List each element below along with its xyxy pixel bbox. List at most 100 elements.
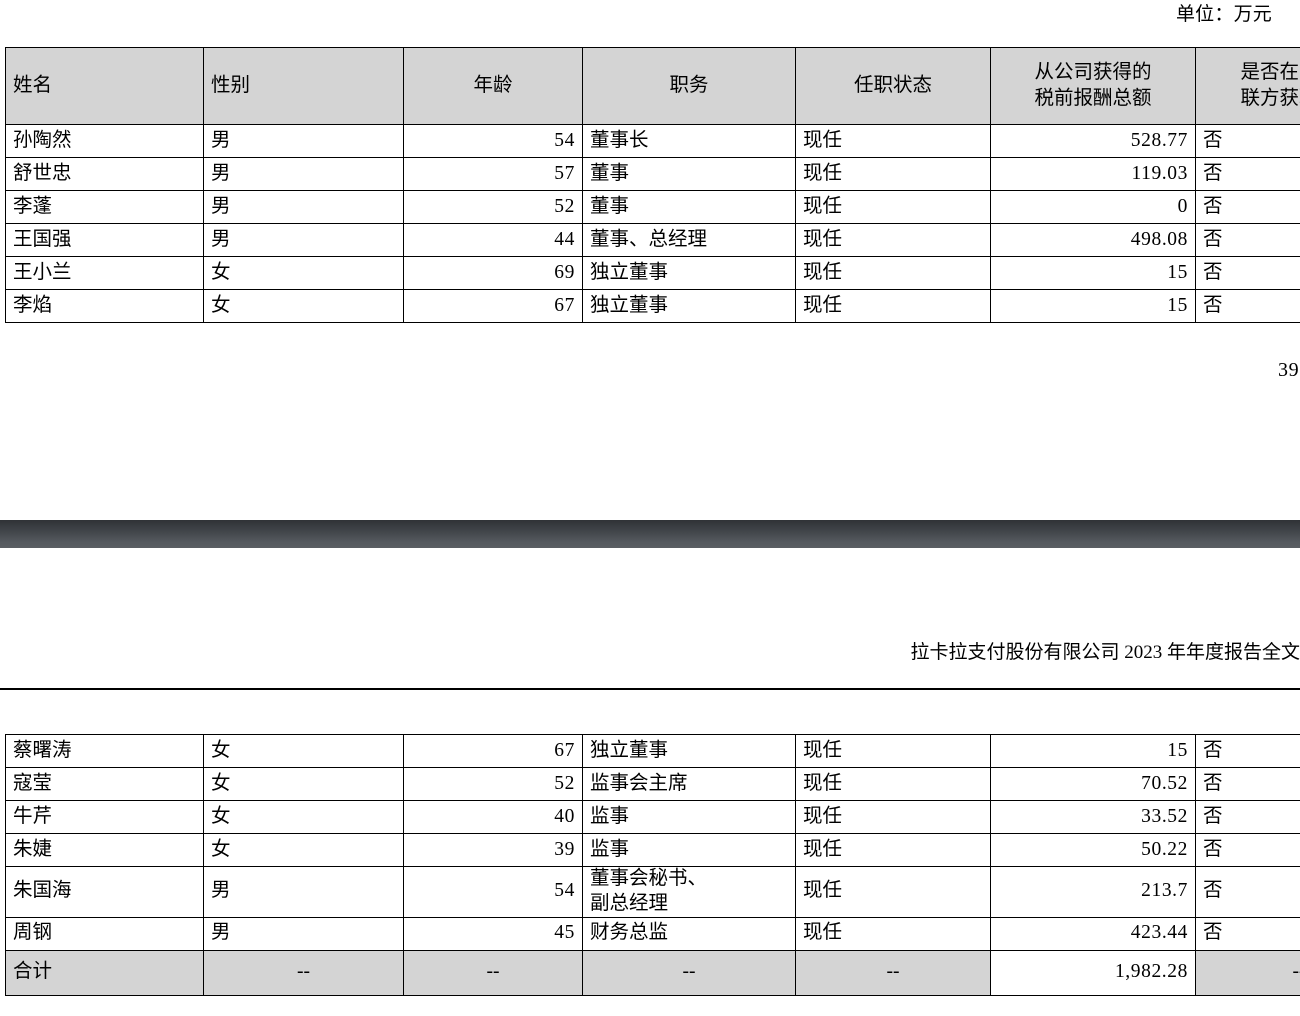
cell-title: 董事	[582, 190, 796, 224]
executive-compensation-table-part2: 蔡曙涛 女 67 独立董事 现任 15 否 寇莹 女 52 监事会主席 现任 7…	[5, 734, 1300, 996]
table-header-row: 姓名 性别 年龄 职务 任职状态 从公司获得的 税前报酬总额 是否在公司关 联方…	[5, 47, 1300, 125]
cell-name: 王国强	[5, 223, 204, 257]
cell-title-line1: 董事会秘书、	[590, 868, 708, 889]
cell-age: 52	[403, 767, 583, 801]
cell-name: 王小兰	[5, 256, 204, 290]
unit-label: 单位：万元	[1175, 4, 1272, 25]
cell-gender: 女	[203, 800, 404, 834]
column-header-name: 姓名	[5, 47, 204, 125]
cell-status: 现任	[795, 767, 991, 801]
cell-status: 现任	[795, 256, 991, 290]
cell-related-party: 否	[1195, 223, 1300, 257]
cell-gender: 男	[203, 916, 404, 951]
cell-gender: 女	[203, 833, 404, 867]
cell-title: 财务总监	[582, 916, 796, 951]
cell-total-related-party: --	[1195, 949, 1300, 996]
cell-age: 44	[403, 223, 583, 257]
cell-age: 45	[403, 916, 583, 951]
table-row: 周钢 男 45 财务总监 现任 423.44 否	[5, 916, 1300, 951]
cell-pretax-total: 498.08	[990, 223, 1196, 257]
cell-gender: 女	[203, 767, 404, 801]
page-separator-band	[0, 520, 1300, 548]
column-header-title: 职务	[582, 47, 796, 125]
cell-pretax-total: 213.7	[990, 866, 1196, 918]
cell-status: 现任	[795, 800, 991, 834]
cell-gender: 男	[203, 190, 404, 224]
cell-name: 周钢	[5, 916, 204, 951]
cell-name: 蔡曙涛	[5, 734, 204, 768]
cell-status: 现任	[795, 833, 991, 867]
cell-title: 董事、总经理	[582, 223, 796, 257]
cell-name: 寇莹	[5, 767, 204, 801]
cell-age: 52	[403, 190, 583, 224]
cell-gender: 男	[203, 866, 404, 918]
column-header-related-party-line1: 是否在公司关	[1240, 61, 1300, 83]
table-row: 寇莹 女 52 监事会主席 现任 70.52 否	[5, 767, 1300, 801]
column-header-related-party-line2: 联方获取报酬	[1240, 88, 1300, 109]
cell-title: 董事会秘书、 副总经理	[582, 866, 796, 918]
column-header-pretax-total-line1: 从公司获得的	[1034, 61, 1152, 83]
table-total-row: 合计 -- -- -- -- 1,982.28 --	[5, 949, 1300, 996]
cell-title-line2: 副总经理	[590, 892, 669, 914]
cell-related-party: 否	[1195, 833, 1300, 867]
cell-name: 李焰	[5, 289, 204, 323]
column-header-related-party: 是否在公司关 联方获取报酬	[1195, 47, 1300, 125]
cell-status: 现任	[795, 916, 991, 951]
table-row: 舒世忠 男 57 董事 现任 119.03 否	[5, 157, 1300, 191]
cell-total-status: --	[795, 949, 991, 996]
cell-status: 现任	[795, 124, 991, 158]
cell-pretax-total: 423.44	[990, 916, 1196, 951]
cell-title: 独立董事	[582, 256, 796, 290]
cell-status: 现任	[795, 866, 991, 918]
cell-gender: 男	[203, 157, 404, 191]
cell-age: 54	[403, 866, 583, 918]
cell-pretax-total: 528.77	[990, 124, 1196, 158]
cell-title: 董事长	[582, 124, 796, 158]
cell-gender: 女	[203, 289, 404, 323]
cell-age: 67	[403, 734, 583, 768]
table-row: 李焰 女 67 独立董事 现任 15 否	[5, 289, 1300, 323]
cell-status: 现任	[795, 734, 991, 768]
cell-pretax-total: 0	[990, 190, 1196, 224]
executive-compensation-table-part1: 姓名 性别 年龄 职务 任职状态 从公司获得的 税前报酬总额 是否在公司关 联方…	[5, 47, 1300, 323]
cell-pretax-total: 70.52	[990, 767, 1196, 801]
table-row: 蔡曙涛 女 67 独立董事 现任 15 否	[5, 734, 1300, 768]
column-header-age: 年龄	[403, 47, 583, 125]
cell-gender: 男	[203, 223, 404, 257]
table-row: 王小兰 女 69 独立董事 现任 15 否	[5, 256, 1300, 290]
cell-total-label: 合计	[5, 949, 204, 996]
cell-age: 39	[403, 833, 583, 867]
cell-age: 57	[403, 157, 583, 191]
running-header: 拉卡拉支付股份有限公司 2023 年年度报告全文	[910, 642, 1300, 663]
column-header-status: 任职状态	[795, 47, 991, 125]
cell-related-party: 否	[1195, 289, 1300, 323]
cell-title: 独立董事	[582, 289, 796, 323]
cell-related-party: 否	[1195, 256, 1300, 290]
cell-status: 现任	[795, 190, 991, 224]
cell-total-gender: --	[203, 949, 404, 996]
cell-name: 孙陶然	[5, 124, 204, 158]
cell-title: 监事	[582, 833, 796, 867]
table-row: 牛芹 女 40 监事 现任 33.52 否	[5, 800, 1300, 834]
cell-pretax-total: 15	[990, 289, 1196, 323]
cell-related-party: 否	[1195, 800, 1300, 834]
cell-related-party: 否	[1195, 190, 1300, 224]
cell-related-party: 否	[1195, 767, 1300, 801]
cell-related-party: 否	[1195, 124, 1300, 158]
page-number: 39	[1278, 359, 1300, 381]
cell-related-party: 否	[1195, 866, 1300, 918]
cell-pretax-total: 33.52	[990, 800, 1196, 834]
cell-title: 监事会主席	[582, 767, 796, 801]
column-header-pretax-total: 从公司获得的 税前报酬总额	[990, 47, 1196, 125]
page-one: 单位：万元 姓名 性别 年龄 职务 任职状态 从公司获得的 税前报酬总额 是否在…	[0, 0, 1300, 520]
cell-age: 40	[403, 800, 583, 834]
cell-gender: 男	[203, 124, 404, 158]
cell-status: 现任	[795, 157, 991, 191]
cell-pretax-total: 50.22	[990, 833, 1196, 867]
cell-name: 牛芹	[5, 800, 204, 834]
cell-pretax-total: 15	[990, 734, 1196, 768]
cell-pretax-total: 119.03	[990, 157, 1196, 191]
table-row: 李蓬 男 52 董事 现任 0 否	[5, 190, 1300, 224]
cell-title: 董事	[582, 157, 796, 191]
column-header-pretax-total-line2: 税前报酬总额	[1034, 88, 1152, 109]
